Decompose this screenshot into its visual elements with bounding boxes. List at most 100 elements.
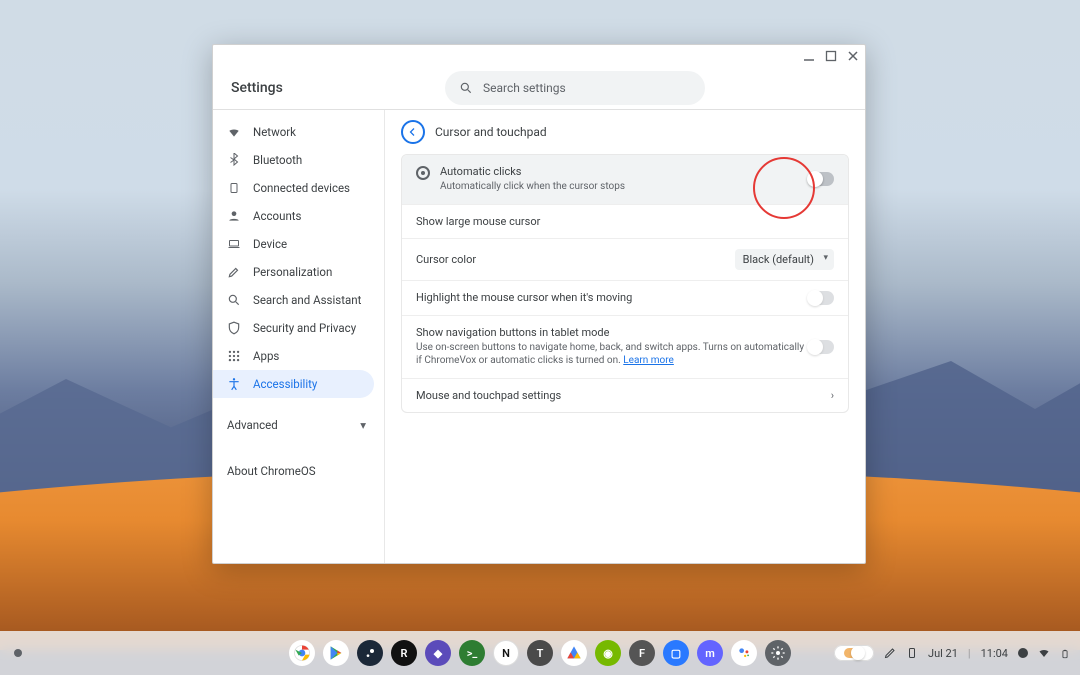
night-light-toggle[interactable] <box>844 648 864 658</box>
launcher-button[interactable] <box>14 649 22 657</box>
shelf-app-mastodon[interactable]: m <box>697 640 723 666</box>
highlight-cursor-toggle[interactable] <box>808 291 834 305</box>
row-title: Cursor color <box>416 253 476 266</box>
app-title: Settings <box>231 80 381 96</box>
back-button[interactable] <box>401 120 425 144</box>
quick-settings-pill[interactable] <box>834 645 874 661</box>
arrow-left-icon <box>407 126 419 138</box>
shelf-app-f[interactable]: F <box>629 640 655 666</box>
notification-icon[interactable] <box>1018 648 1028 658</box>
chevron-down-icon: ▾ <box>360 418 366 432</box>
sidebar-item-accessibility[interactable]: Accessibility <box>213 370 374 398</box>
shelf-app-nvidia[interactable]: ◉ <box>595 640 621 666</box>
sidebar-advanced[interactable]: Advanced ▾ <box>213 412 384 438</box>
row-mouse-touchpad-settings[interactable]: Mouse and touchpad settings › <box>402 378 848 412</box>
sidebar-item-label: Accessibility <box>253 377 317 391</box>
stylus-icon[interactable] <box>884 647 896 659</box>
shelf-app-chrome[interactable] <box>289 640 315 666</box>
phone-hub-icon[interactable] <box>906 647 918 659</box>
maximize-button[interactable] <box>825 50 837 62</box>
shield-icon <box>227 321 241 335</box>
row-automatic-clicks[interactable]: Automatic clicks Automatically click whe… <box>402 155 848 204</box>
window-titlebar <box>213 45 865 67</box>
sidebar-item-security-privacy[interactable]: Security and Privacy <box>213 314 384 342</box>
sidebar-about[interactable]: About ChromeOS <box>213 452 384 490</box>
sidebar-item-label: Security and Privacy <box>253 321 356 335</box>
page-title: Cursor and touchpad <box>435 125 547 139</box>
row-title: Mouse and touchpad settings <box>416 389 561 402</box>
row-nav-tablet: Show navigation buttons in tablet mode U… <box>402 315 848 378</box>
row-large-cursor[interactable]: Show large mouse cursor <box>402 204 848 238</box>
sidebar-item-accounts[interactable]: Accounts <box>213 202 384 230</box>
cursor-color-select[interactable]: Black (default) <box>735 249 834 270</box>
chevron-right-icon: › <box>831 389 834 402</box>
minimize-button[interactable] <box>803 50 815 62</box>
devices-icon <box>227 182 241 194</box>
sidebar-item-label: Personalization <box>253 265 332 279</box>
settings-window: Settings Search settings Network Bluetoo… <box>212 44 866 564</box>
sidebar-item-label: Apps <box>253 349 279 363</box>
search-icon <box>227 293 241 307</box>
automatic-clicks-toggle[interactable] <box>808 172 834 186</box>
person-icon <box>227 209 241 223</box>
row-cursor-color: Cursor color Black (default) <box>402 238 848 280</box>
shelf-app-files[interactable] <box>561 640 587 666</box>
sidebar-item-search-assistant[interactable]: Search and Assistant <box>213 286 384 314</box>
row-title: Show navigation buttons in tablet mode <box>416 326 808 339</box>
sidebar: Network Bluetooth Connected devices Acco… <box>213 110 385 563</box>
accessibility-icon <box>227 377 241 391</box>
desktop: Settings Search settings Network Bluetoo… <box>0 0 1080 675</box>
learn-more-link[interactable]: Learn more <box>623 355 674 366</box>
sidebar-item-personalization[interactable]: Personalization <box>213 258 384 286</box>
status-tray[interactable]: Jul 21 | 11:04 <box>834 645 1072 661</box>
laptop-icon <box>227 238 241 250</box>
brush-icon <box>227 265 241 279</box>
target-icon <box>416 166 430 180</box>
search-icon <box>459 81 473 95</box>
sidebar-item-label: Connected devices <box>253 181 350 195</box>
search-input[interactable]: Search settings <box>445 71 705 105</box>
shelf-app-terminal[interactable]: >_ <box>459 640 485 666</box>
nav-tablet-toggle[interactable] <box>808 340 834 354</box>
advanced-label: Advanced <box>227 418 278 432</box>
sidebar-item-network[interactable]: Network <box>213 118 384 146</box>
shelf-app-steam[interactable] <box>357 640 383 666</box>
shelf-app-blue[interactable]: ▢ <box>663 640 689 666</box>
apps-icon <box>227 349 241 363</box>
row-title: Show large mouse cursor <box>416 215 540 228</box>
battery-icon[interactable] <box>1060 647 1072 659</box>
row-subtitle: Automatically click when the cursor stop… <box>440 180 625 194</box>
sidebar-item-bluetooth[interactable]: Bluetooth <box>213 146 384 174</box>
status-date: Jul 21 <box>928 647 958 660</box>
sidebar-item-device[interactable]: Device <box>213 230 384 258</box>
sidebar-item-label: Bluetooth <box>253 153 302 167</box>
shelf-app-r[interactable]: R <box>391 640 417 666</box>
bluetooth-icon <box>227 153 241 167</box>
shelf-app-notion[interactable]: N <box>493 640 519 666</box>
sidebar-item-label: Search and Assistant <box>253 293 361 307</box>
row-title: Automatic clicks <box>440 165 625 178</box>
sidebar-item-label: Accounts <box>253 209 302 223</box>
app-tray: R ◆ >_ N T ◉ F ▢ m <box>289 640 791 666</box>
sidebar-item-connected-devices[interactable]: Connected devices <box>213 174 384 202</box>
sidebar-item-label: Network <box>253 125 296 139</box>
shelf-app-play[interactable] <box>323 640 349 666</box>
breadcrumb: Cursor and touchpad <box>401 120 849 144</box>
shelf-app-settings[interactable] <box>765 640 791 666</box>
sidebar-item-apps[interactable]: Apps <box>213 342 384 370</box>
select-value: Black (default) <box>743 253 814 266</box>
shelf-app-assistant[interactable] <box>731 640 757 666</box>
wifi-icon <box>227 125 241 139</box>
status-time: 11:04 <box>981 647 1008 660</box>
sidebar-item-label: Device <box>253 237 287 251</box>
settings-panel: Automatic clicks Automatically click whe… <box>401 154 849 413</box>
shelf: R ◆ >_ N T ◉ F ▢ m Jul 21 | 11:04 <box>0 631 1080 675</box>
close-button[interactable] <box>847 50 859 62</box>
row-subtitle: Use on-screen buttons to navigate home, … <box>416 341 808 368</box>
shelf-app-purple[interactable]: ◆ <box>425 640 451 666</box>
shelf-app-t[interactable]: T <box>527 640 553 666</box>
row-title: Highlight the mouse cursor when it's mov… <box>416 291 632 304</box>
wifi-status-icon[interactable] <box>1038 647 1050 659</box>
header-row: Settings Search settings <box>213 67 865 109</box>
about-label: About ChromeOS <box>227 464 316 478</box>
